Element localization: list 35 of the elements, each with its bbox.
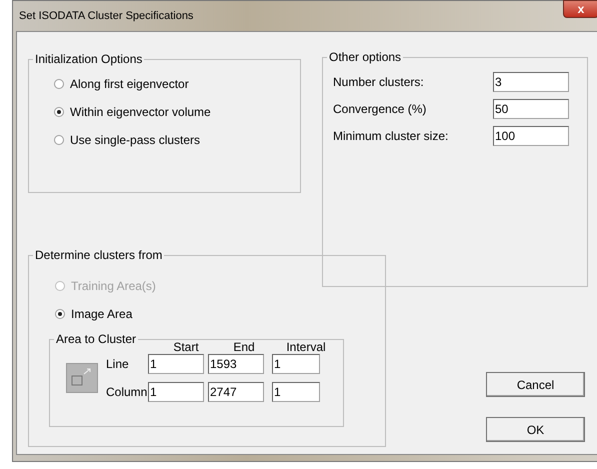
input-field[interactable]: 1: [148, 382, 204, 402]
field-label: Number clusters:: [333, 74, 424, 88]
input-field[interactable]: 3: [493, 72, 569, 92]
dialog-button[interactable]: OK: [486, 417, 585, 442]
row-label: Column: [106, 385, 144, 399]
option-label: Training Area(s): [71, 279, 156, 293]
radio-button[interactable]: [54, 107, 64, 117]
row-label: Line: [106, 357, 130, 371]
column-header: Start: [172, 340, 200, 354]
group-title: Determine clusters from: [34, 248, 164, 262]
input-field[interactable]: 1: [148, 354, 204, 374]
resize-area-icon[interactable]: [66, 363, 98, 393]
option-label: Use single-pass clusters: [70, 133, 200, 147]
input-field[interactable]: 1: [272, 354, 320, 374]
option-label: Along first eigenvector: [70, 77, 189, 91]
field-label: Convergence (%): [333, 102, 426, 116]
option-label: Image Area: [71, 307, 132, 321]
group-title: Other options: [328, 50, 402, 64]
input-field[interactable]: 100: [493, 126, 569, 146]
column-header: End: [232, 340, 256, 354]
dialog-button[interactable]: Cancel: [486, 372, 585, 397]
field-label: Minimum cluster size:: [333, 128, 448, 142]
column-header: Interval: [285, 340, 327, 354]
window-title: Set ISODATA Cluster Specifications: [19, 10, 194, 22]
input-field[interactable]: 2747: [208, 382, 264, 402]
option-label: Within eigenvector volume: [70, 105, 211, 119]
input-field[interactable]: 50: [493, 98, 569, 118]
radio-button[interactable]: [54, 79, 64, 89]
input-field[interactable]: 1: [272, 382, 320, 402]
input-field[interactable]: 1593: [208, 354, 264, 374]
group-title: Area to Cluster: [55, 332, 138, 346]
radio-button[interactable]: [55, 309, 65, 319]
close-button[interactable]: x: [563, 0, 597, 18]
group-title: Initialization Options: [34, 52, 144, 66]
radio-button[interactable]: [54, 135, 64, 145]
